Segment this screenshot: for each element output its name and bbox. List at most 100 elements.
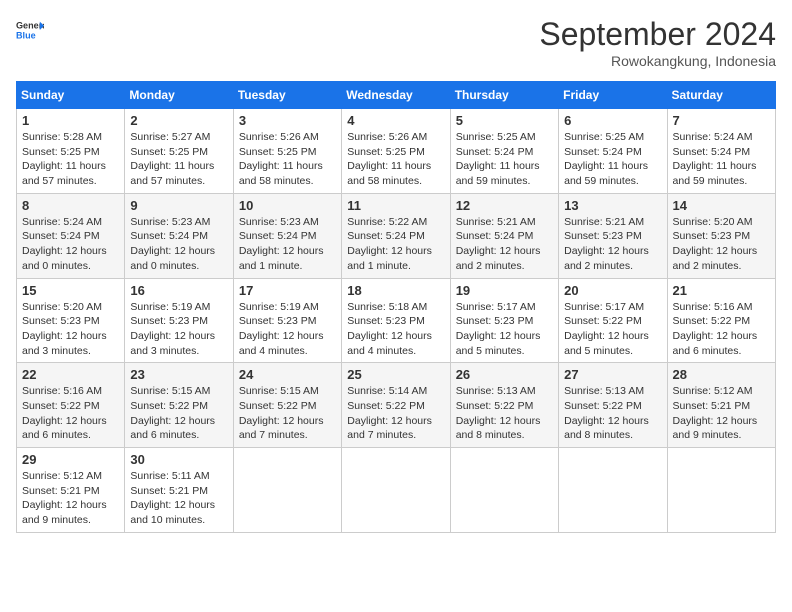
day-number: 8: [22, 198, 119, 213]
day-number: 26: [456, 367, 553, 382]
cell-content: Sunrise: 5:13 AMSunset: 5:22 PMDaylight:…: [456, 385, 541, 441]
table-row: 28 Sunrise: 5:12 AMSunset: 5:21 PMDaylig…: [667, 363, 775, 448]
table-row: 30 Sunrise: 5:11 AMSunset: 5:21 PMDaylig…: [125, 448, 233, 533]
cell-content: Sunrise: 5:26 AMSunset: 5:25 PMDaylight:…: [239, 131, 323, 187]
day-number: 29: [22, 452, 119, 467]
cell-content: Sunrise: 5:15 AMSunset: 5:22 PMDaylight:…: [130, 385, 215, 441]
cell-content: Sunrise: 5:24 AMSunset: 5:24 PMDaylight:…: [22, 216, 107, 272]
calendar-table: Sunday Monday Tuesday Wednesday Thursday…: [16, 81, 776, 533]
table-row: [667, 448, 775, 533]
table-row: 7 Sunrise: 5:24 AMSunset: 5:24 PMDayligh…: [667, 109, 775, 194]
cell-content: Sunrise: 5:16 AMSunset: 5:22 PMDaylight:…: [673, 301, 758, 357]
cell-content: Sunrise: 5:28 AMSunset: 5:25 PMDaylight:…: [22, 131, 106, 187]
table-row: 8 Sunrise: 5:24 AMSunset: 5:24 PMDayligh…: [17, 193, 125, 278]
day-number: 11: [347, 198, 444, 213]
table-row: 10 Sunrise: 5:23 AMSunset: 5:24 PMDaylig…: [233, 193, 341, 278]
table-row: [450, 448, 558, 533]
day-number: 3: [239, 113, 336, 128]
table-row: 1 Sunrise: 5:28 AMSunset: 5:25 PMDayligh…: [17, 109, 125, 194]
cell-content: Sunrise: 5:15 AMSunset: 5:22 PMDaylight:…: [239, 385, 324, 441]
day-number: 24: [239, 367, 336, 382]
cell-content: Sunrise: 5:26 AMSunset: 5:25 PMDaylight:…: [347, 131, 431, 187]
day-number: 21: [673, 283, 770, 298]
table-row: 25 Sunrise: 5:14 AMSunset: 5:22 PMDaylig…: [342, 363, 450, 448]
table-row: 5 Sunrise: 5:25 AMSunset: 5:24 PMDayligh…: [450, 109, 558, 194]
cell-content: Sunrise: 5:11 AMSunset: 5:21 PMDaylight:…: [130, 470, 215, 526]
cell-content: Sunrise: 5:22 AMSunset: 5:24 PMDaylight:…: [347, 216, 432, 272]
calendar-header-row: Sunday Monday Tuesday Wednesday Thursday…: [17, 82, 776, 109]
day-number: 10: [239, 198, 336, 213]
day-number: 19: [456, 283, 553, 298]
col-friday: Friday: [559, 82, 667, 109]
table-row: 12 Sunrise: 5:21 AMSunset: 5:24 PMDaylig…: [450, 193, 558, 278]
col-thursday: Thursday: [450, 82, 558, 109]
day-number: 16: [130, 283, 227, 298]
table-row: 9 Sunrise: 5:23 AMSunset: 5:24 PMDayligh…: [125, 193, 233, 278]
logo-icon: General Blue: [16, 16, 44, 44]
calendar-week-row: 1 Sunrise: 5:28 AMSunset: 5:25 PMDayligh…: [17, 109, 776, 194]
cell-content: Sunrise: 5:16 AMSunset: 5:22 PMDaylight:…: [22, 385, 107, 441]
table-row: 17 Sunrise: 5:19 AMSunset: 5:23 PMDaylig…: [233, 278, 341, 363]
table-row: 20 Sunrise: 5:17 AMSunset: 5:22 PMDaylig…: [559, 278, 667, 363]
table-row: 23 Sunrise: 5:15 AMSunset: 5:22 PMDaylig…: [125, 363, 233, 448]
title-block: September 2024 Rowokangkung, Indonesia: [539, 16, 776, 69]
location: Rowokangkung, Indonesia: [539, 53, 776, 69]
cell-content: Sunrise: 5:20 AMSunset: 5:23 PMDaylight:…: [22, 301, 107, 357]
svg-text:Blue: Blue: [16, 30, 36, 40]
calendar-week-row: 8 Sunrise: 5:24 AMSunset: 5:24 PMDayligh…: [17, 193, 776, 278]
month-title: September 2024: [539, 16, 776, 53]
table-row: 3 Sunrise: 5:26 AMSunset: 5:25 PMDayligh…: [233, 109, 341, 194]
col-saturday: Saturday: [667, 82, 775, 109]
table-row: 22 Sunrise: 5:16 AMSunset: 5:22 PMDaylig…: [17, 363, 125, 448]
table-row: 16 Sunrise: 5:19 AMSunset: 5:23 PMDaylig…: [125, 278, 233, 363]
day-number: 4: [347, 113, 444, 128]
col-monday: Monday: [125, 82, 233, 109]
day-number: 17: [239, 283, 336, 298]
table-row: 6 Sunrise: 5:25 AMSunset: 5:24 PMDayligh…: [559, 109, 667, 194]
page-header: General Blue September 2024 Rowokangkung…: [16, 16, 776, 69]
cell-content: Sunrise: 5:17 AMSunset: 5:23 PMDaylight:…: [456, 301, 541, 357]
table-row: 24 Sunrise: 5:15 AMSunset: 5:22 PMDaylig…: [233, 363, 341, 448]
day-number: 27: [564, 367, 661, 382]
day-number: 2: [130, 113, 227, 128]
cell-content: Sunrise: 5:12 AMSunset: 5:21 PMDaylight:…: [673, 385, 758, 441]
table-row: 27 Sunrise: 5:13 AMSunset: 5:22 PMDaylig…: [559, 363, 667, 448]
cell-content: Sunrise: 5:20 AMSunset: 5:23 PMDaylight:…: [673, 216, 758, 272]
day-number: 20: [564, 283, 661, 298]
table-row: 18 Sunrise: 5:18 AMSunset: 5:23 PMDaylig…: [342, 278, 450, 363]
table-row: 19 Sunrise: 5:17 AMSunset: 5:23 PMDaylig…: [450, 278, 558, 363]
cell-content: Sunrise: 5:19 AMSunset: 5:23 PMDaylight:…: [239, 301, 324, 357]
day-number: 15: [22, 283, 119, 298]
day-number: 14: [673, 198, 770, 213]
logo: General Blue: [16, 16, 44, 44]
cell-content: Sunrise: 5:21 AMSunset: 5:24 PMDaylight:…: [456, 216, 541, 272]
cell-content: Sunrise: 5:14 AMSunset: 5:22 PMDaylight:…: [347, 385, 432, 441]
table-row: 11 Sunrise: 5:22 AMSunset: 5:24 PMDaylig…: [342, 193, 450, 278]
day-number: 1: [22, 113, 119, 128]
cell-content: Sunrise: 5:21 AMSunset: 5:23 PMDaylight:…: [564, 216, 649, 272]
day-number: 12: [456, 198, 553, 213]
day-number: 30: [130, 452, 227, 467]
cell-content: Sunrise: 5:19 AMSunset: 5:23 PMDaylight:…: [130, 301, 215, 357]
day-number: 5: [456, 113, 553, 128]
cell-content: Sunrise: 5:17 AMSunset: 5:22 PMDaylight:…: [564, 301, 649, 357]
day-number: 23: [130, 367, 227, 382]
day-number: 7: [673, 113, 770, 128]
calendar-week-row: 15 Sunrise: 5:20 AMSunset: 5:23 PMDaylig…: [17, 278, 776, 363]
col-wednesday: Wednesday: [342, 82, 450, 109]
cell-content: Sunrise: 5:27 AMSunset: 5:25 PMDaylight:…: [130, 131, 214, 187]
calendar-week-row: 22 Sunrise: 5:16 AMSunset: 5:22 PMDaylig…: [17, 363, 776, 448]
cell-content: Sunrise: 5:25 AMSunset: 5:24 PMDaylight:…: [564, 131, 648, 187]
cell-content: Sunrise: 5:13 AMSunset: 5:22 PMDaylight:…: [564, 385, 649, 441]
day-number: 25: [347, 367, 444, 382]
day-number: 22: [22, 367, 119, 382]
table-row: 4 Sunrise: 5:26 AMSunset: 5:25 PMDayligh…: [342, 109, 450, 194]
table-row: [559, 448, 667, 533]
day-number: 13: [564, 198, 661, 213]
table-row: 2 Sunrise: 5:27 AMSunset: 5:25 PMDayligh…: [125, 109, 233, 194]
cell-content: Sunrise: 5:12 AMSunset: 5:21 PMDaylight:…: [22, 470, 107, 526]
cell-content: Sunrise: 5:18 AMSunset: 5:23 PMDaylight:…: [347, 301, 432, 357]
table-row: 13 Sunrise: 5:21 AMSunset: 5:23 PMDaylig…: [559, 193, 667, 278]
table-row: [233, 448, 341, 533]
cell-content: Sunrise: 5:25 AMSunset: 5:24 PMDaylight:…: [456, 131, 540, 187]
